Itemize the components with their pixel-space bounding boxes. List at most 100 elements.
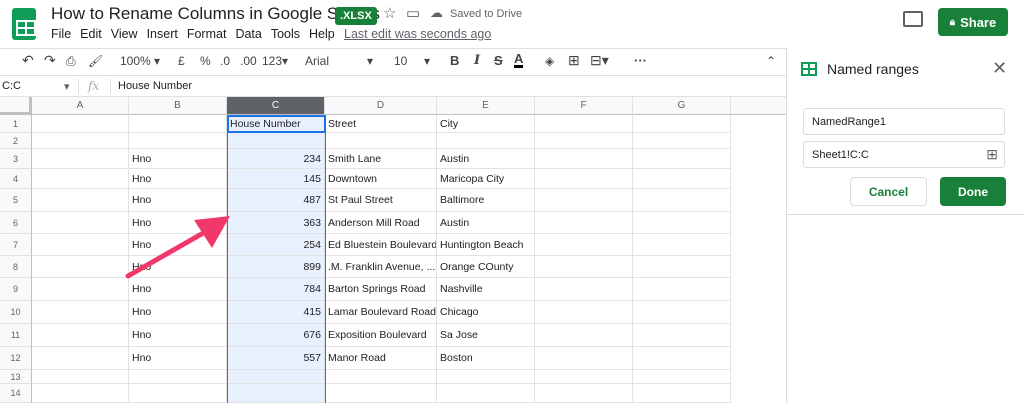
cell-f5[interactable]	[535, 189, 633, 212]
currency-format-button[interactable]: £	[178, 54, 185, 68]
row-header[interactable]: 13	[0, 370, 32, 384]
cell-d11[interactable]: Exposition Boulevard	[325, 324, 437, 347]
name-box[interactable]: C:C ▾	[2, 80, 74, 93]
row-header[interactable]: 9	[0, 278, 32, 301]
cell-g9[interactable]	[633, 278, 731, 301]
cell-g2[interactable]	[633, 133, 731, 149]
text-color-button[interactable]: A	[514, 52, 524, 68]
menu-file[interactable]: File	[51, 27, 71, 41]
more-formats-select[interactable]: 123▾	[262, 54, 288, 68]
cell-e11[interactable]: Sa Jose	[437, 324, 535, 347]
range-name-input[interactable]: NamedRange1	[803, 108, 1005, 135]
cell-f14[interactable]	[535, 384, 633, 403]
move-folder-icon[interactable]: ▭	[406, 4, 420, 22]
cell-c7[interactable]: 254	[227, 234, 325, 256]
spreadsheet-grid[interactable]: A B C D E F G 1 House Number Street City 2 3 Hno 234 Sm…	[0, 97, 786, 403]
cell-d2[interactable]	[325, 133, 437, 149]
formula-input[interactable]: House Number	[118, 80, 192, 92]
font-size-select[interactable]: 10 ▾	[394, 54, 434, 68]
column-header-a[interactable]: A	[32, 97, 129, 115]
decrease-decimal-button[interactable]: .0	[220, 54, 230, 68]
row-header[interactable]: 2	[0, 133, 32, 149]
cell-c4[interactable]: 145	[227, 169, 325, 189]
row-header[interactable]: 4	[0, 169, 32, 189]
cell-f13[interactable]	[535, 370, 633, 384]
cell-g1[interactable]	[633, 115, 731, 133]
cell-g7[interactable]	[633, 234, 731, 256]
cell-e3[interactable]: Austin	[437, 149, 535, 169]
cell-a8[interactable]	[32, 256, 129, 278]
row-header[interactable]: 12	[0, 347, 32, 370]
cell-e14[interactable]	[437, 384, 535, 403]
cell-f3[interactable]	[535, 149, 633, 169]
cloud-saved-icon[interactable]: ☁	[430, 5, 443, 21]
cell-e9[interactable]: Nashville	[437, 278, 535, 301]
percent-format-button[interactable]: %	[200, 54, 211, 68]
cancel-button[interactable]: Cancel	[850, 177, 927, 206]
cell-f7[interactable]	[535, 234, 633, 256]
comments-icon[interactable]	[903, 11, 923, 27]
cell-b3[interactable]: Hno	[129, 149, 227, 169]
cell-e13[interactable]	[437, 370, 535, 384]
row-header[interactable]: 7	[0, 234, 32, 256]
italic-button[interactable]: I	[474, 53, 480, 68]
print-icon[interactable]: ⎙	[66, 54, 76, 69]
collapse-toolbar-icon[interactable]: ⌃	[766, 54, 776, 68]
cell-a7[interactable]	[32, 234, 129, 256]
cell-e10[interactable]: Chicago	[437, 301, 535, 324]
cell-g5[interactable]	[633, 189, 731, 212]
column-header-b[interactable]: B	[129, 97, 227, 115]
paint-format-icon[interactable]: 🖌︎	[88, 54, 103, 68]
cell-g6[interactable]	[633, 212, 731, 234]
cell-d6[interactable]: Anderson Mill Road	[325, 212, 437, 234]
cell-f4[interactable]	[535, 169, 633, 189]
cell-d5[interactable]: St Paul Street	[325, 189, 437, 212]
bold-button[interactable]: B	[450, 53, 459, 68]
cell-a3[interactable]	[32, 149, 129, 169]
menu-help[interactable]: Help	[309, 27, 335, 41]
row-header[interactable]: 10	[0, 301, 32, 324]
more-options-button[interactable]: ···	[634, 53, 647, 68]
star-icon[interactable]: ☆	[383, 4, 396, 22]
close-icon[interactable]: ✕	[992, 58, 1007, 79]
row-header[interactable]: 8	[0, 256, 32, 278]
cell-f8[interactable]	[535, 256, 633, 278]
cell-f11[interactable]	[535, 324, 633, 347]
cell-d14[interactable]	[325, 384, 437, 403]
row-header[interactable]: 1	[0, 115, 32, 133]
menu-data[interactable]: Data	[235, 27, 261, 41]
menu-tools[interactable]: Tools	[271, 27, 300, 41]
column-header-g[interactable]: G	[633, 97, 731, 115]
row-header[interactable]: 14	[0, 384, 32, 403]
row-header[interactable]: 6	[0, 212, 32, 234]
cell-d9[interactable]: Barton Springs Road	[325, 278, 437, 301]
cell-b12[interactable]: Hno	[129, 347, 227, 370]
cell-e7[interactable]: Huntington Beach	[437, 234, 535, 256]
cell-b11[interactable]: Hno	[129, 324, 227, 347]
cell-g13[interactable]	[633, 370, 731, 384]
cell-c10[interactable]: 415	[227, 301, 325, 324]
cell-b2[interactable]	[129, 133, 227, 149]
cell-a13[interactable]	[32, 370, 129, 384]
done-button[interactable]: Done	[940, 177, 1006, 206]
cell-c9[interactable]: 784	[227, 278, 325, 301]
cell-g4[interactable]	[633, 169, 731, 189]
cell-d12[interactable]: Manor Road	[325, 347, 437, 370]
cell-d4[interactable]: Downtown	[325, 169, 437, 189]
cell-d7[interactable]: Ed Bluestein Boulevard	[325, 234, 437, 256]
cell-g12[interactable]	[633, 347, 731, 370]
cell-a5[interactable]	[32, 189, 129, 212]
cell-g8[interactable]	[633, 256, 731, 278]
cell-a4[interactable]	[32, 169, 129, 189]
increase-decimal-button[interactable]: .00	[240, 54, 257, 68]
cell-a14[interactable]	[32, 384, 129, 403]
menu-edit[interactable]: Edit	[80, 27, 102, 41]
cell-c11[interactable]: 676	[227, 324, 325, 347]
cell-c12[interactable]: 557	[227, 347, 325, 370]
cell-e1[interactable]: City	[437, 115, 535, 133]
share-button[interactable]: 🔒︎ Share	[938, 8, 1008, 36]
cell-c3[interactable]: 234	[227, 149, 325, 169]
cell-d13[interactable]	[325, 370, 437, 384]
last-edit-link[interactable]: Last edit was seconds ago	[344, 27, 491, 41]
cell-d8[interactable]: .M. Franklin Avenue, ...	[325, 256, 437, 278]
